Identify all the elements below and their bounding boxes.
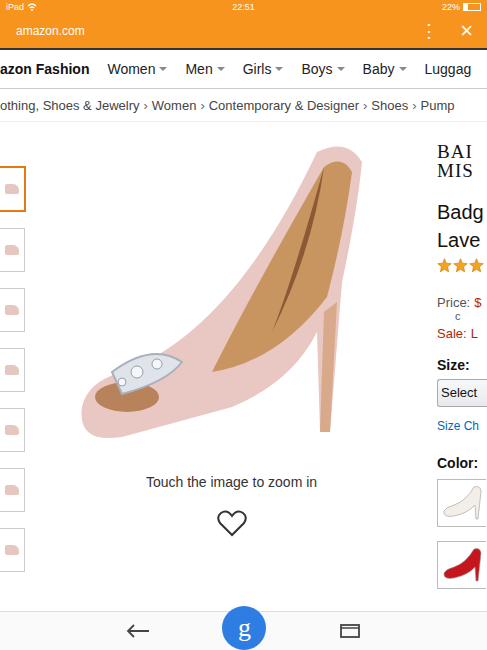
- thumbnail[interactable]: [0, 408, 25, 452]
- nav-brand[interactable]: azon Fashion: [0, 61, 89, 77]
- url-text[interactable]: amazon.com: [16, 24, 85, 38]
- breadcrumb: othing, Shoes & Jewelry›Women›Contempora…: [0, 89, 487, 122]
- breadcrumb-separator: ›: [200, 98, 204, 113]
- thumbnail-list: [0, 122, 26, 611]
- thumbnail[interactable]: [0, 166, 26, 212]
- caret-icon: [217, 67, 225, 71]
- thumbnail[interactable]: [0, 468, 25, 512]
- battery-percent: 22%: [442, 2, 460, 12]
- star-rating[interactable]: [437, 258, 487, 273]
- product-title: BadgLave: [437, 198, 487, 254]
- product-image[interactable]: [62, 132, 402, 452]
- browser-header: iPad 22:51 22% amazon.com ⋮ ×: [0, 0, 487, 50]
- amazon-product-page: iPad 22:51 22% amazon.com ⋮ × azon Fashion Wome…: [0, 0, 487, 650]
- menu-button[interactable]: ⋮: [420, 22, 438, 40]
- thumbnail[interactable]: [0, 528, 25, 572]
- nav-item[interactable]: Men: [185, 61, 224, 77]
- caret-icon: [159, 67, 167, 71]
- size-chart-link[interactable]: Size Ch: [437, 419, 487, 433]
- color-label: Color:: [437, 455, 487, 471]
- status-bar: iPad 22:51 22%: [0, 0, 487, 14]
- nav-item[interactable]: Boys: [301, 61, 344, 77]
- size-label: Size:: [437, 357, 487, 373]
- nav-item[interactable]: Girls: [243, 61, 284, 77]
- breadcrumb-item[interactable]: Pump: [421, 98, 455, 113]
- breadcrumb-item[interactable]: Shoes: [371, 98, 408, 113]
- clock: 22:51: [232, 2, 255, 12]
- caret-icon: [399, 67, 407, 71]
- price-note: c: [437, 310, 487, 322]
- star-icon: [437, 258, 452, 273]
- breadcrumb-item[interactable]: othing, Shoes & Jewelry: [0, 98, 139, 113]
- battery-icon: [463, 3, 481, 11]
- url-bar: amazon.com ⋮ ×: [0, 14, 487, 50]
- sale-price: Sale:L: [437, 326, 487, 341]
- price: Price:$: [437, 295, 487, 310]
- zoom-hint: Touch the image to zoom in: [146, 474, 317, 490]
- color-swatch[interactable]: [437, 541, 486, 589]
- breadcrumb-separator: ›: [363, 98, 367, 113]
- nav-item[interactable]: Baby: [363, 61, 407, 77]
- brand-logo[interactable]: BAIMIS: [437, 142, 487, 180]
- nav-item[interactable]: Luggag: [425, 61, 472, 77]
- color-swatch[interactable]: [437, 479, 486, 527]
- back-arrow-icon[interactable]: [126, 623, 150, 639]
- product-area: Touch the image to zoom in BAIMIS BadgLave…: [0, 122, 487, 611]
- device-name: iPad: [6, 2, 24, 12]
- close-button[interactable]: ×: [460, 20, 473, 42]
- heart-icon[interactable]: [217, 510, 247, 537]
- tabs-icon[interactable]: [339, 623, 361, 639]
- star-icon: [469, 258, 484, 273]
- product-info: BAIMIS BadgLave Price:$c Sale:L Size: Select S…: [437, 122, 487, 611]
- nav-item[interactable]: Women: [107, 61, 167, 77]
- breadcrumb-separator: ›: [412, 98, 416, 113]
- caret-icon: [337, 67, 345, 71]
- wifi-icon: [27, 3, 37, 11]
- category-nav: azon Fashion Women Men Girls Boys Baby Lu…: [0, 50, 487, 89]
- bottom-bar: g: [0, 611, 487, 650]
- image-viewer: Touch the image to zoom in: [26, 122, 437, 611]
- thumbnail[interactable]: [0, 228, 25, 272]
- thumbnail[interactable]: [0, 288, 25, 332]
- breadcrumb-item[interactable]: Contemporary & Designer: [209, 98, 359, 113]
- star-icon: [453, 258, 468, 273]
- caret-icon: [275, 67, 283, 71]
- thumbnail[interactable]: [0, 348, 25, 392]
- size-select[interactable]: Select: [437, 379, 487, 407]
- search-button[interactable]: g: [222, 606, 266, 650]
- breadcrumb-item[interactable]: Women: [152, 98, 197, 113]
- breadcrumb-separator: ›: [143, 98, 147, 113]
